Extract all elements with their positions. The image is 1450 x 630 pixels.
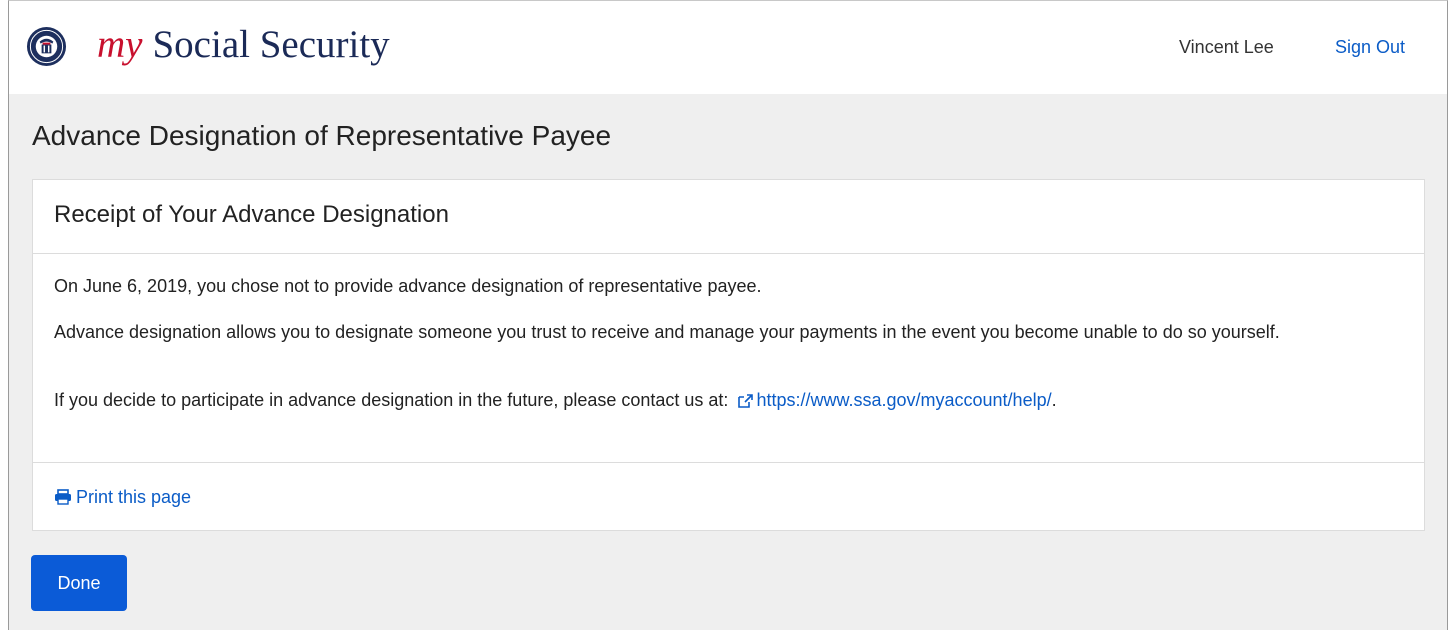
card-header: Receipt of Your Advance Designation bbox=[33, 180, 1424, 254]
designation-explanation-text: Advance designation allows you to design… bbox=[54, 322, 1280, 342]
brand-title[interactable]: my Social Security bbox=[97, 21, 390, 69]
user-name: Vincent Lee bbox=[1179, 37, 1274, 57]
contact-text: If you decide to participate in advance … bbox=[54, 389, 1404, 411]
contact-text-suffix: . bbox=[1051, 390, 1057, 410]
card-footer: Print this page bbox=[33, 462, 1424, 530]
card-title: Receipt of Your Advance Designation bbox=[54, 201, 449, 228]
sign-out-link[interactable]: Sign Out bbox=[1335, 37, 1405, 58]
ssa-seal-icon[interactable] bbox=[26, 26, 67, 67]
receipt-card: Receipt of Your Advance Designation On J… bbox=[32, 179, 1425, 531]
done-button[interactable]: Done bbox=[31, 555, 127, 611]
brand-name: Social Security bbox=[152, 23, 390, 66]
print-page-link[interactable]: Print this page bbox=[54, 487, 191, 508]
help-link-url: https://www.ssa.gov/myaccount/help/ bbox=[756, 390, 1052, 410]
help-link[interactable]: https://www.ssa.gov/myaccount/help/ bbox=[733, 390, 1052, 410]
print-page-label: Print this page bbox=[76, 487, 192, 507]
contact-text-prefix: If you decide to participate in advance … bbox=[54, 390, 729, 410]
page-title: Advance Designation of Representative Pa… bbox=[32, 120, 612, 151]
site-header: my Social Security Vincent Lee Sign Out bbox=[9, 1, 1447, 94]
designation-status-text: On June 6, 2019, you chose not to provid… bbox=[54, 276, 762, 296]
printer-icon bbox=[55, 489, 71, 505]
external-link-icon bbox=[738, 394, 754, 408]
brand-my: my bbox=[97, 23, 143, 66]
browser-frame: my Social Security Vincent Lee Sign Out A… bbox=[8, 0, 1448, 630]
